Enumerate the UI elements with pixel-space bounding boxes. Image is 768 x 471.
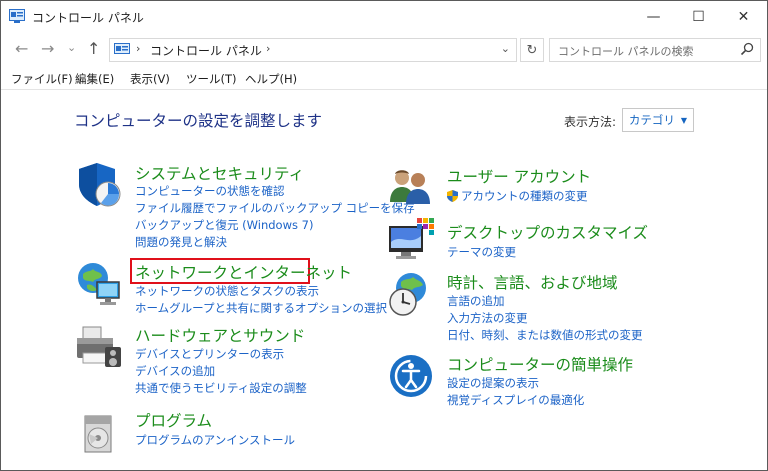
breadcrumb-control-panel[interactable]: コントロール パネル: [150, 42, 262, 59]
link-backup-restore[interactable]: バックアップと復元 (Windows 7): [135, 217, 313, 233]
network-globe-icon: [78, 263, 120, 305]
category-network-internet: ネットワークとインターネット ネットワークの状態とタスクの表示 ホームグループと…: [75, 258, 387, 320]
printer-icon: [77, 326, 121, 367]
forward-button[interactable]: →: [41, 39, 54, 58]
menu-bar: ファイル(F) 編集(E) 表示(V) ツール(T) ヘルプ(H): [1, 67, 767, 90]
menu-help[interactable]: ヘルプ(H): [245, 71, 297, 87]
link-change-theme[interactable]: テーマの変更: [447, 244, 516, 260]
menu-view[interactable]: 表示(V): [130, 71, 170, 87]
uac-shield-icon: [447, 190, 458, 202]
link-homegroup-sharing[interactable]: ホームグループと共有に関するオプションの選択: [135, 300, 387, 316]
link-check-status[interactable]: コンピューターの状態を確認: [135, 183, 285, 199]
link-change-account-type[interactable]: アカウントの種類の変更: [447, 188, 588, 204]
up-button[interactable]: ↑: [87, 39, 100, 58]
maximize-icon: ☐: [692, 8, 705, 25]
refresh-icon: ↻: [526, 42, 538, 58]
breadcrumb-separator[interactable]: ›: [266, 42, 270, 55]
link-suggested-settings[interactable]: 設定の提案の表示: [447, 375, 539, 391]
link-change-date-format[interactable]: 日付、時刻、または数値の形式の変更: [447, 327, 643, 343]
users-icon: [390, 170, 430, 204]
link-change-input-method[interactable]: 入力方法の変更: [447, 310, 528, 326]
link-add-language[interactable]: 言語の追加: [447, 293, 505, 309]
link-file-history[interactable]: ファイル履歴でファイルのバックアップ コピーを保存: [135, 200, 415, 216]
search-input[interactable]: [556, 41, 730, 61]
page-heading: コンピューターの設定を調整します: [74, 112, 323, 130]
system-security-title[interactable]: システムとセキュリティ: [135, 162, 304, 184]
link-network-status[interactable]: ネットワークの状態とタスクの表示: [135, 283, 319, 299]
category-hardware-sound: ハードウェアとサウンド デバイスとプリンターの表示 デバイスの追加 共通で使うモ…: [75, 323, 375, 398]
category-clock-language-region: 時計、言語、および地域 言語の追加 入力方法の変更 日付、時刻、または数値の形式…: [387, 270, 687, 343]
dropdown-arrow-icon: ▼: [680, 115, 688, 125]
minimize-icon: —: [646, 8, 661, 25]
search-box[interactable]: [549, 38, 761, 62]
menu-tools[interactable]: ツール(T): [186, 71, 237, 87]
back-button[interactable]: ←: [15, 39, 28, 58]
category-system-security: システムとセキュリティ コンピューターの状態を確認 ファイル履歴でファイルのバッ…: [75, 160, 415, 250]
minimize-button[interactable]: —: [631, 1, 676, 32]
main-content: コンピューターの設定を調整します 表示方法: カテゴリ ▼ システムとセキュリテ…: [1, 90, 767, 470]
control-panel-icon: [114, 43, 130, 54]
clock-globe-icon: [389, 273, 426, 316]
view-by-label: 表示方法:: [564, 115, 617, 129]
link-optimize-display[interactable]: 視覚ディスプレイの最適化: [447, 392, 584, 408]
view-by-dropdown[interactable]: カテゴリ ▼: [622, 108, 694, 132]
clock-language-region-title[interactable]: 時計、言語、および地域: [447, 271, 618, 293]
link-devices-printers[interactable]: デバイスとプリンターの表示: [135, 346, 284, 362]
breadcrumb-separator[interactable]: ›: [136, 42, 140, 55]
link-troubleshoot[interactable]: 問題の発見と解決: [135, 234, 227, 250]
category-desktop-customization: デスクトップのカスタマイズ テーマの変更: [387, 216, 687, 262]
category-programs: プログラム プログラムのアンインストール: [75, 408, 375, 458]
programs-title[interactable]: プログラム: [135, 409, 212, 431]
link-mobility-settings[interactable]: 共通で使うモビリティ設定の調整: [135, 380, 307, 396]
link-uninstall-program[interactable]: プログラムのアンインストール: [135, 432, 295, 448]
menu-file[interactable]: ファイル(F): [11, 71, 73, 87]
category-user-accounts: ユーザー アカウント アカウントの種類の変更: [387, 164, 687, 210]
recent-locations-button[interactable]: ⌄: [67, 41, 76, 54]
programs-icon: [84, 415, 112, 453]
window-title: コントロール パネル: [32, 11, 144, 25]
view-by-value: カテゴリ: [628, 113, 675, 127]
ease-of-access-title[interactable]: コンピューターの簡単操作: [447, 353, 633, 375]
user-accounts-title[interactable]: ユーザー アカウント: [447, 165, 591, 187]
hardware-sound-title[interactable]: ハードウェアとサウンド: [135, 324, 305, 346]
ease-of-access-icon: [390, 355, 432, 397]
close-icon: ✕: [737, 8, 750, 25]
network-internet-title[interactable]: ネットワークとインターネット: [135, 261, 352, 283]
control-panel-window: コントロール パネル — ☐ ✕ ← → ⌄ ↑ › コントロール パネル › …: [0, 0, 768, 471]
refresh-button[interactable]: ↻: [520, 38, 544, 62]
shield-icon: [79, 163, 121, 207]
menu-edit[interactable]: 編集(E): [75, 71, 114, 87]
desktop-customization-icon: [389, 218, 434, 259]
search-icon: [740, 42, 754, 56]
link-change-account-type-label: アカウントの種類の変更: [461, 189, 588, 203]
desktop-customization-title[interactable]: デスクトップのカスタマイズ: [447, 221, 648, 243]
close-button[interactable]: ✕: [721, 1, 766, 32]
maximize-button[interactable]: ☐: [676, 1, 721, 32]
category-ease-of-access: コンピューターの簡単操作 設定の提案の表示 視覚ディスプレイの最適化: [387, 352, 687, 412]
address-dropdown-icon[interactable]: ⌄: [501, 42, 510, 55]
link-add-device[interactable]: デバイスの追加: [135, 363, 215, 379]
address-bar[interactable]: › コントロール パネル › ⌄: [109, 38, 517, 62]
title-bar: コントロール パネル — ☐ ✕: [1, 1, 767, 32]
control-panel-icon: [9, 9, 25, 23]
navigation-bar: ← → ⌄ ↑ › コントロール パネル › ⌄ ↻: [1, 34, 767, 64]
